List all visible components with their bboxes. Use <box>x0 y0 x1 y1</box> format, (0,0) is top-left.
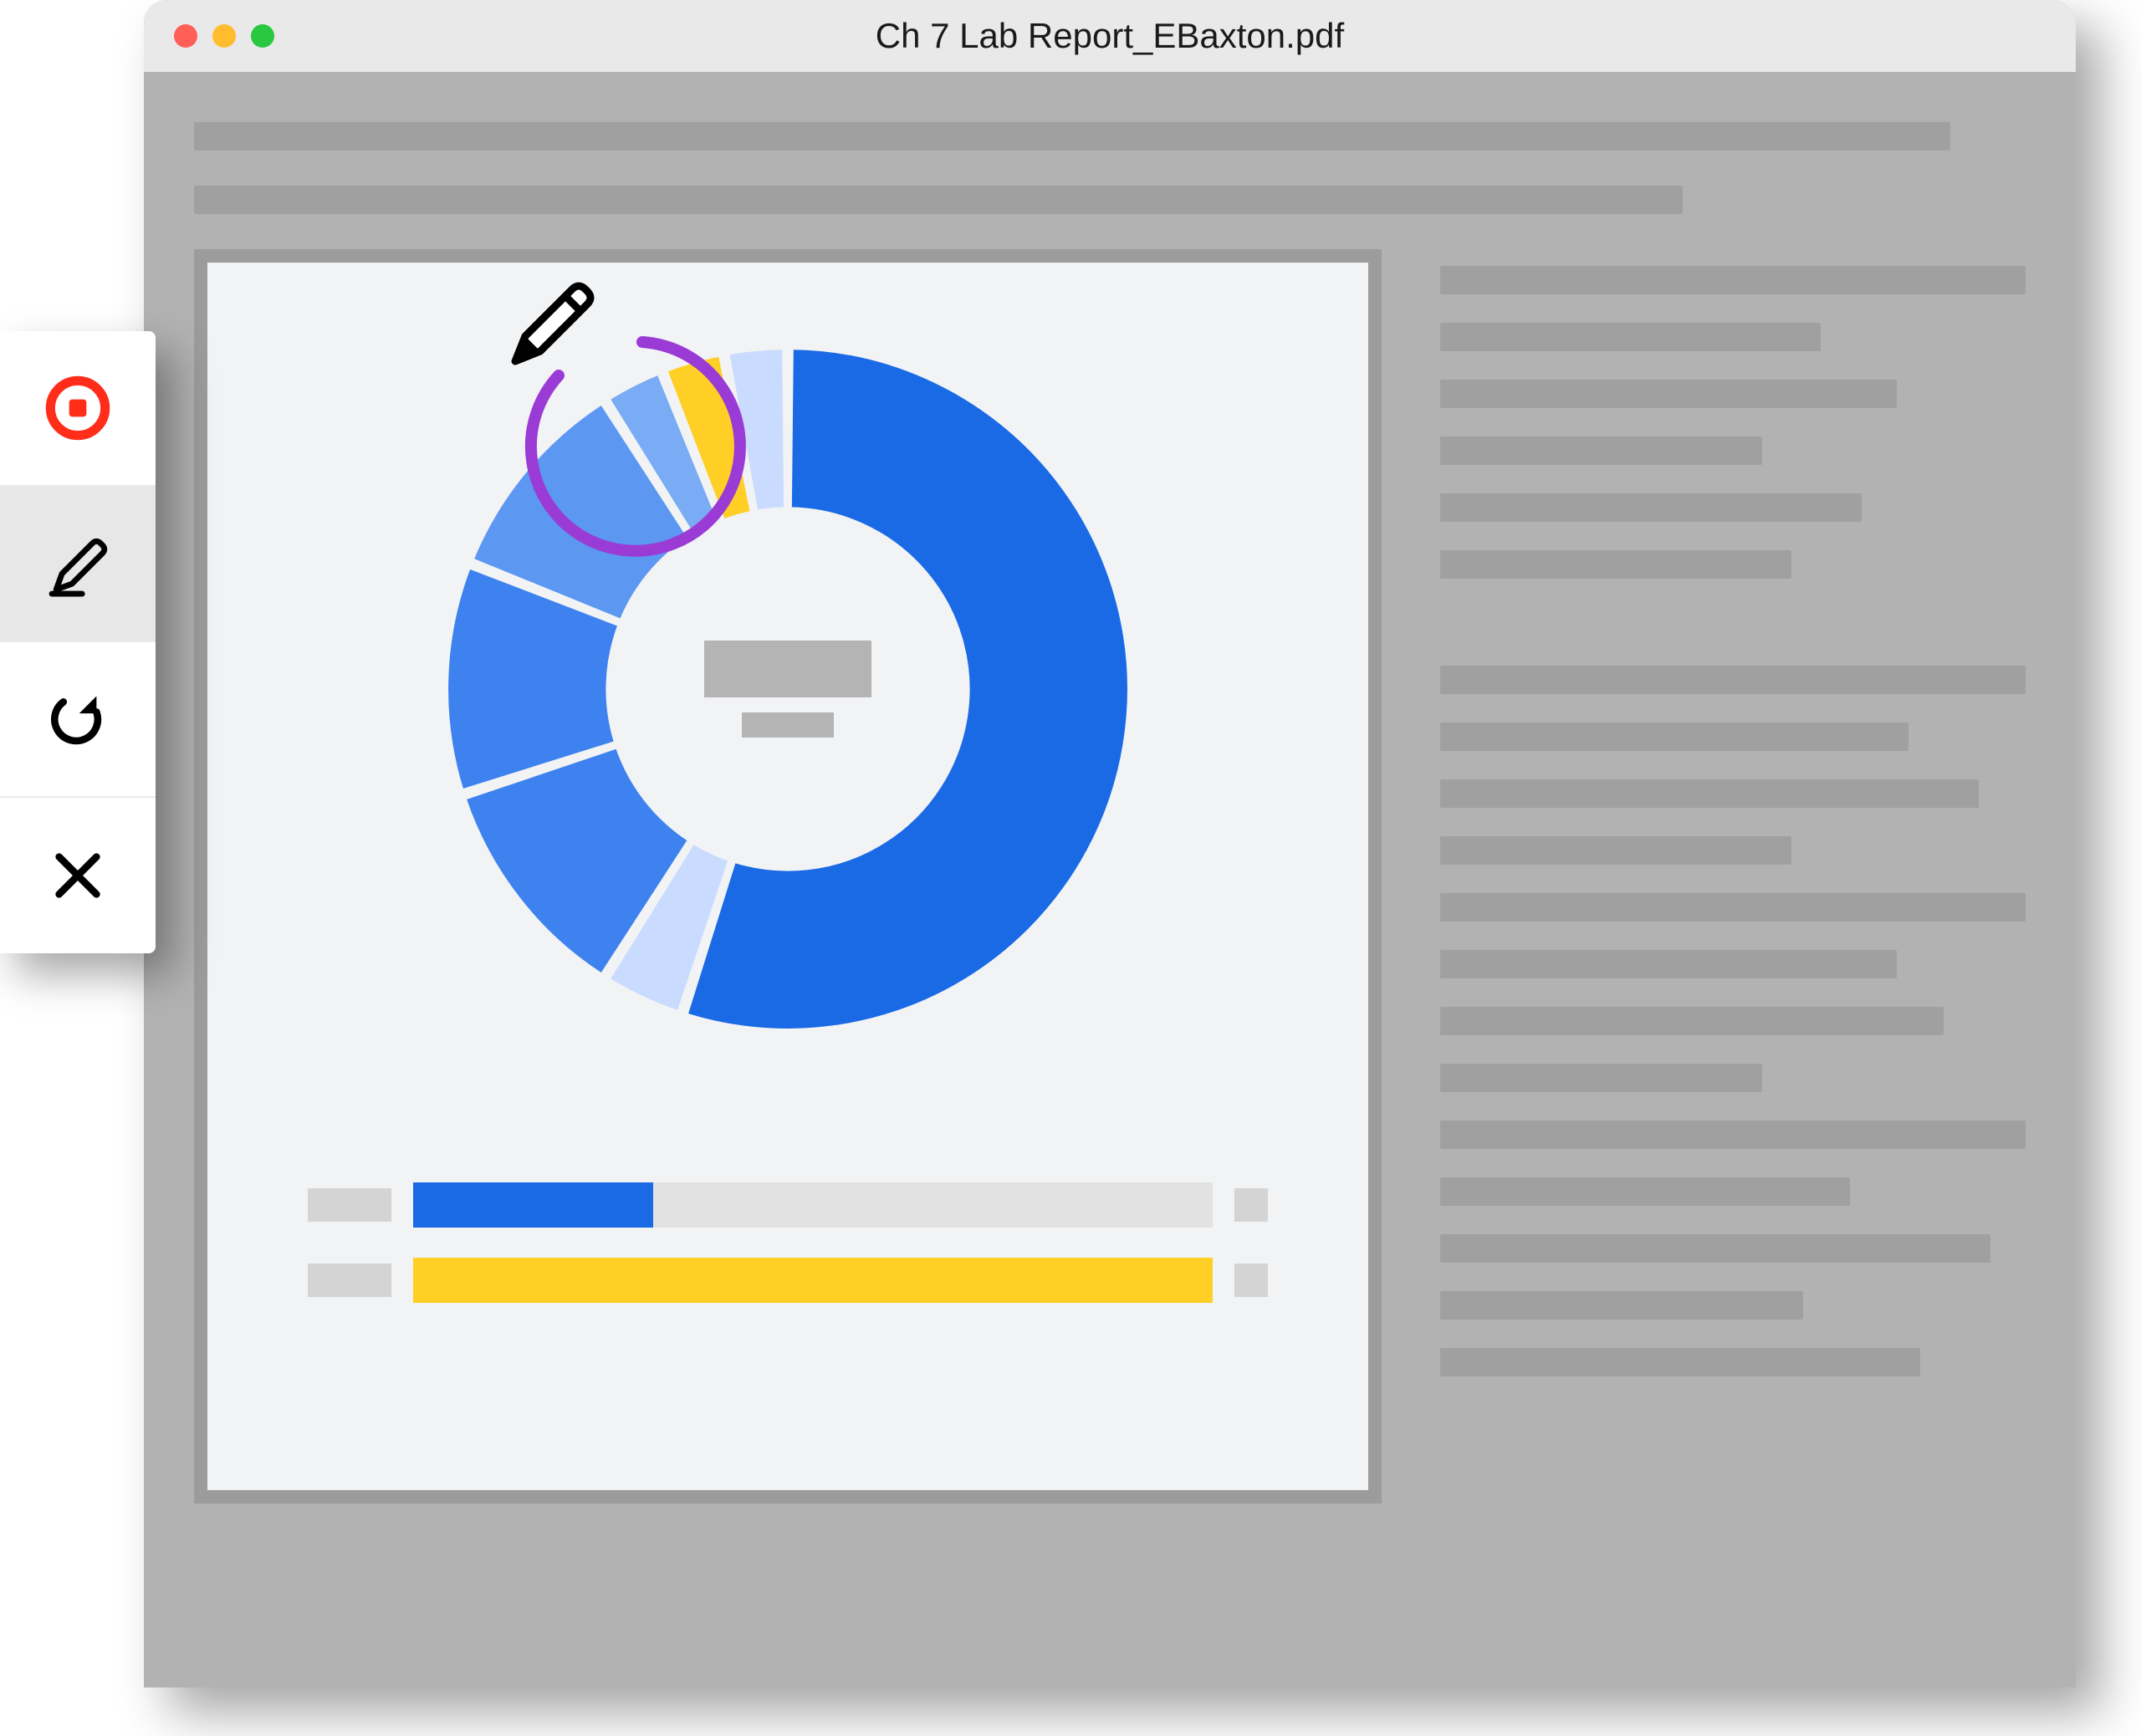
bar-row <box>308 1258 1268 1303</box>
pencil-icon <box>42 528 114 600</box>
text-line-placeholder <box>1440 836 1791 865</box>
pdf-viewer-window: Ch 7 Lab Report_EBaxton.pdf <box>144 0 2076 1687</box>
record-stop-button[interactable] <box>0 331 156 487</box>
text-line-placeholder <box>194 186 1683 214</box>
pencil-annotate-button[interactable] <box>0 487 156 642</box>
text-line-placeholder <box>1440 950 1897 978</box>
window-minimize-button[interactable] <box>212 24 236 48</box>
text-line-placeholder <box>1440 437 1762 465</box>
close-button[interactable] <box>0 798 156 953</box>
center-label-sub <box>742 712 834 738</box>
text-line-placeholder <box>1440 266 2026 294</box>
bar-fill <box>413 1182 653 1228</box>
bar-chart <box>308 1182 1268 1303</box>
document-page[interactable] <box>194 249 1382 1504</box>
bar-track <box>413 1182 1213 1228</box>
bar-label-placeholder <box>308 1188 391 1222</box>
bar-track <box>413 1258 1213 1303</box>
text-line-placeholder <box>194 122 1950 151</box>
bar-fill <box>413 1258 1213 1303</box>
pencil-cursor-icon <box>500 271 600 371</box>
text-line-placeholder <box>1440 1348 1920 1376</box>
text-line-placeholder <box>1440 1121 2026 1149</box>
donut-center-label <box>704 641 871 738</box>
redo-button[interactable] <box>0 642 156 798</box>
record-stop-icon <box>42 372 114 444</box>
text-line-placeholder <box>1440 893 2026 922</box>
text-line-placeholder <box>1440 323 1821 351</box>
text-line-placeholder <box>1440 1291 1803 1320</box>
text-line-placeholder <box>1440 493 1862 522</box>
window-maximize-button[interactable] <box>251 24 274 48</box>
text-line-placeholder <box>1440 1064 1762 1092</box>
text-line-placeholder <box>1440 1234 1990 1263</box>
center-label-main <box>704 641 871 697</box>
donut-chart <box>428 329 1147 1049</box>
text-line-placeholder <box>1440 550 1791 579</box>
text-line-placeholder <box>1440 380 1897 408</box>
window-close-button[interactable] <box>174 24 197 48</box>
bar-label-placeholder <box>308 1264 391 1297</box>
redo-icon <box>42 683 114 755</box>
annotation-toolbar <box>0 331 156 953</box>
window-controls <box>174 24 274 48</box>
text-line-placeholder <box>1440 722 1909 751</box>
text-line-placeholder <box>1440 779 1979 808</box>
bar-end-placeholder <box>1234 1188 1268 1222</box>
text-line-placeholder <box>1440 1007 1944 1035</box>
text-line-placeholder <box>1440 1177 1850 1206</box>
bar-row <box>308 1182 1268 1228</box>
window-titlebar: Ch 7 Lab Report_EBaxton.pdf <box>144 0 2076 72</box>
close-icon <box>42 840 114 911</box>
window-body <box>144 72 2076 1687</box>
text-line-placeholder <box>1440 666 2026 694</box>
bar-end-placeholder <box>1234 1264 1268 1297</box>
side-text-column <box>1440 249 2026 1504</box>
window-title: Ch 7 Lab Report_EBaxton.pdf <box>876 16 1344 56</box>
